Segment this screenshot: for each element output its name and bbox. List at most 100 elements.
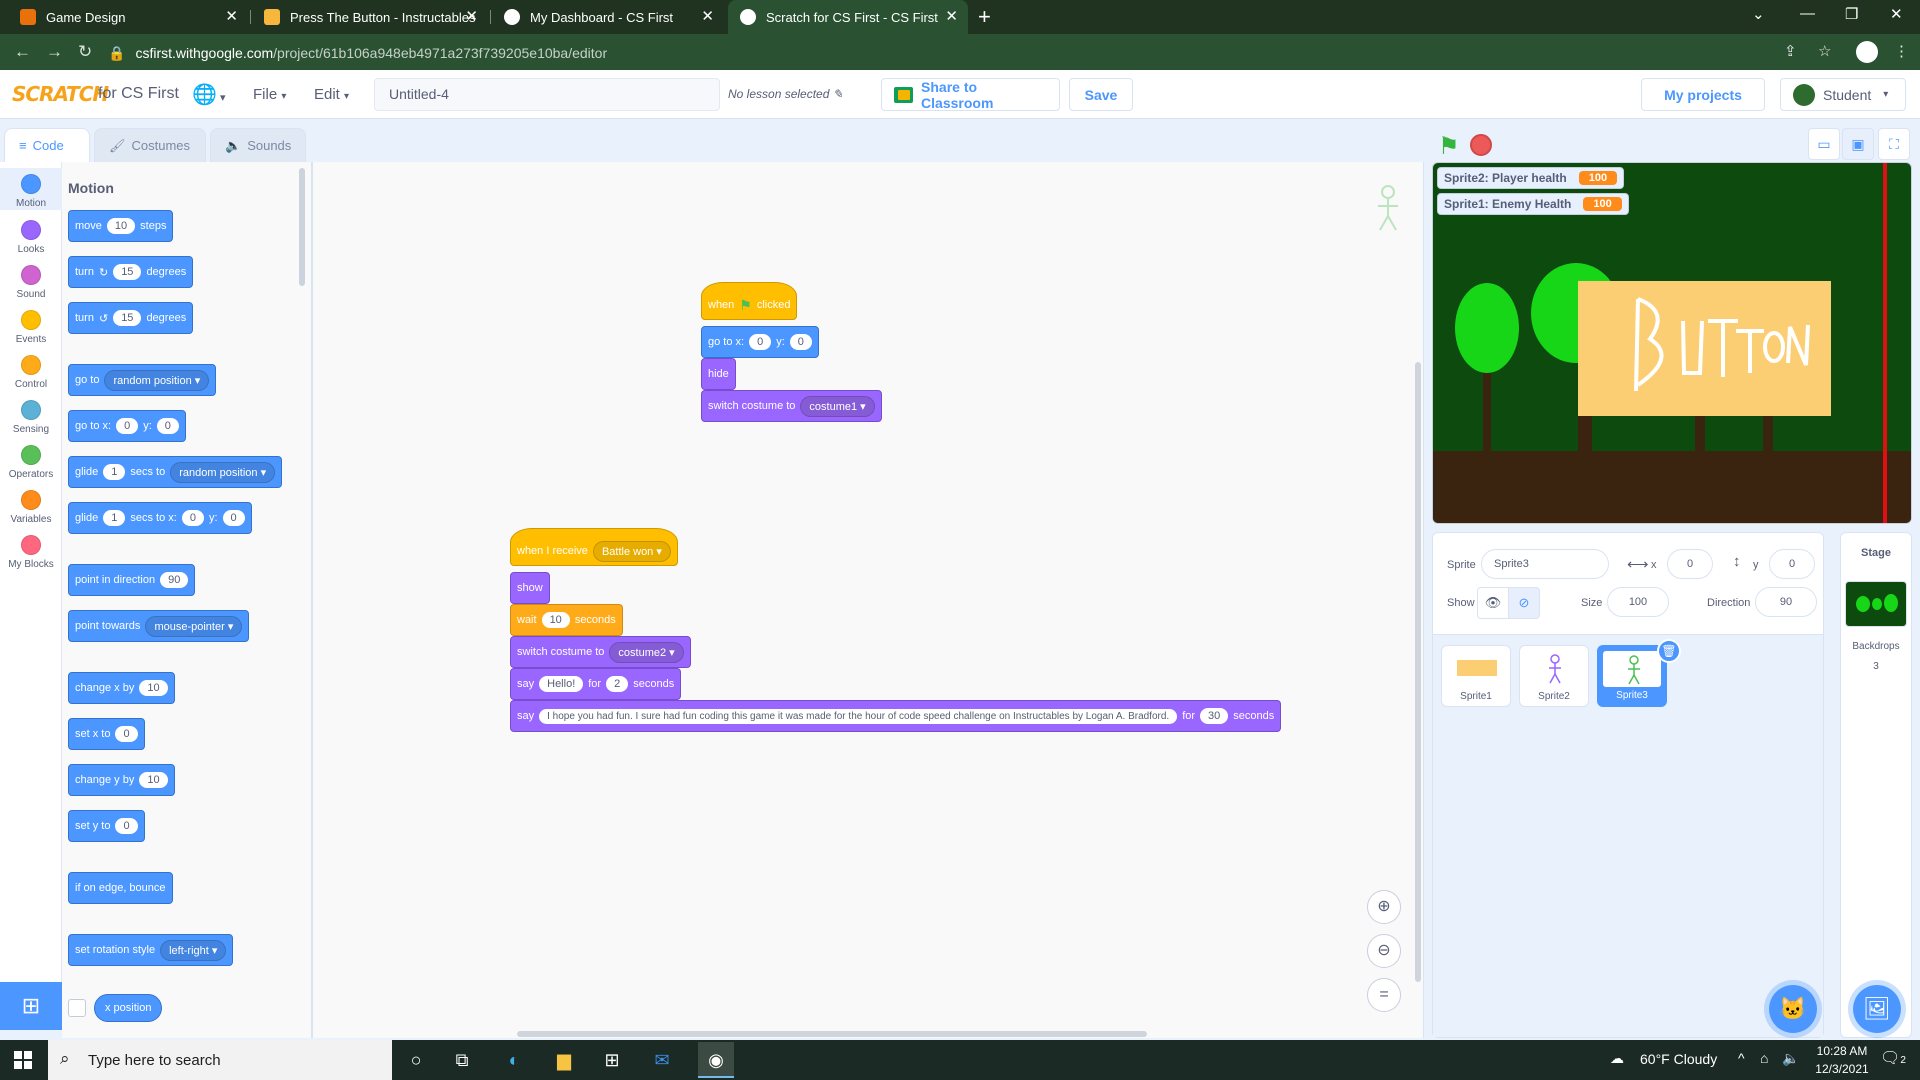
number-input[interactable]: 1 <box>103 510 126 526</box>
block-set-x[interactable]: set x to 0 <box>68 718 145 750</box>
lesson-selector[interactable]: No lesson selected ✎ <box>728 78 864 111</box>
direction-input[interactable]: 90 <box>1755 587 1817 617</box>
windows-start-icon[interactable] <box>14 1051 32 1069</box>
delete-sprite-icon[interactable]: 🗑 <box>1657 639 1681 663</box>
edge-icon[interactable]: ◐ <box>502 1048 526 1072</box>
close-icon[interactable]: ✕ <box>225 8 238 26</box>
project-title-input[interactable]: Untitled-4 <box>374 78 720 111</box>
store-icon[interactable]: ⊞ <box>600 1048 624 1072</box>
y-input[interactable]: 0 <box>222 510 245 526</box>
stage-selector[interactable]: Stage Backdrops 3 🖼 <box>1840 532 1912 1038</box>
save-button[interactable]: Save <box>1069 78 1133 111</box>
number-input[interactable]: 15 <box>113 264 142 280</box>
x-input[interactable]: 0 <box>181 510 204 526</box>
number-input[interactable]: 10 <box>139 772 168 788</box>
category-looks[interactable]: Looks <box>0 214 62 256</box>
number-input[interactable]: 0 <box>115 726 138 742</box>
bookmark-star-icon[interactable]: ☆ <box>1818 42 1831 60</box>
my-projects-button[interactable]: My projects <box>1641 78 1765 111</box>
palette-scrollbar[interactable] <box>299 168 305 286</box>
block-change-y[interactable]: change y by 10 <box>68 764 175 796</box>
rotation-dropdown[interactable]: left-right ▾ <box>160 939 227 961</box>
block-switch-costume[interactable]: switch costume to costume2 ▾ <box>510 636 691 668</box>
text-input[interactable]: I hope you had fun. I sure had fun codin… <box>539 708 1178 724</box>
minimize-icon[interactable]: — <box>1800 5 1815 22</box>
block-point-in-direction[interactable]: point in direction 90 <box>68 564 196 596</box>
tab-scratch[interactable]: Scratch for CS First - CS First ✕ <box>728 0 968 34</box>
file-explorer-icon[interactable]: ▆ <box>552 1048 576 1072</box>
green-flag-icon[interactable]: ⚑ <box>1438 132 1460 161</box>
network-icon[interactable]: ⌂ <box>1760 1050 1768 1066</box>
script-horizontal-scrollbar[interactable] <box>517 1031 1147 1037</box>
profile-avatar[interactable] <box>1856 41 1878 63</box>
button-sprite[interactable] <box>1578 281 1831 416</box>
show-visible-eye-icon[interactable]: 👁 <box>1477 587 1509 619</box>
edit-menu[interactable]: Edit ▾ <box>314 86 349 103</box>
block-wait[interactable]: wait 10 seconds <box>510 604 623 636</box>
share-to-classroom-button[interactable]: Share to Classroom <box>881 78 1060 111</box>
script-vertical-scrollbar[interactable] <box>1415 362 1421 982</box>
stage-canvas[interactable]: Sprite2: Player health 100 Sprite1: Enem… <box>1432 162 1912 524</box>
tray-chevron-up-icon[interactable]: ^ <box>1738 1050 1745 1066</box>
block-show[interactable]: show <box>510 572 550 604</box>
weather-text[interactable]: 60°F Cloudy <box>1640 1051 1717 1067</box>
block-glide-xy[interactable]: glide 1 secs to x: 0 y: 0 <box>68 502 252 534</box>
clock-date[interactable]: 12/3/2021 <box>1810 1062 1874 1076</box>
number-input[interactable]: 10 <box>106 218 136 234</box>
restore-icon[interactable]: ❐ <box>1845 5 1858 23</box>
volume-icon[interactable]: 🔈 <box>1782 1050 1799 1067</box>
tab-search-icon[interactable]: ⌄ <box>1752 5 1765 23</box>
notifications-icon[interactable]: 🗨2 <box>1880 1048 1906 1068</box>
block-turn-right[interactable]: turn ↻ 15 degrees <box>68 256 194 288</box>
clock-time[interactable]: 10:28 AM <box>1810 1044 1874 1058</box>
block-point-towards[interactable]: point towards mouse-pointer ▾ <box>68 610 250 642</box>
x-input[interactable]: 0 <box>116 418 139 434</box>
number-input[interactable]: 2 <box>606 676 629 692</box>
fullscreen-icon[interactable]: ⛶ <box>1878 128 1910 160</box>
block-bounce[interactable]: if on edge, bounce <box>68 872 173 904</box>
reload-icon[interactable]: ↻ <box>78 42 92 62</box>
category-control[interactable]: Control <box>0 349 62 391</box>
category-my-blocks[interactable]: My Blocks <box>0 529 62 571</box>
small-stage-icon[interactable]: ▭ <box>1808 128 1840 160</box>
block-go-to-xy[interactable]: go to x: 0 y: 0 <box>701 326 819 358</box>
text-input[interactable]: Hello! <box>539 676 584 692</box>
block-go-to-xy[interactable]: go to x: 0 y: 0 <box>68 410 186 442</box>
close-icon[interactable]: ✕ <box>465 8 478 26</box>
file-menu[interactable]: File ▾ <box>253 86 286 103</box>
category-events[interactable]: Events <box>0 304 62 346</box>
block-turn-left[interactable]: turn ↺ 15 degrees <box>68 302 194 334</box>
block-glide-to[interactable]: glide 1 secs to random position ▾ <box>68 456 283 488</box>
x-input[interactable]: 0 <box>749 334 772 350</box>
script-area[interactable]: when ⚑ clicked go to x: 0 y: 0 hide swit… <box>312 162 1424 1038</box>
number-input[interactable]: 30 <box>1200 708 1229 724</box>
category-sensing[interactable]: Sensing <box>0 394 62 436</box>
zoom-out-icon[interactable]: ⊖ <box>1367 934 1401 968</box>
language-globe-icon[interactable]: 🌐 ▾ <box>192 82 225 107</box>
new-tab-button[interactable]: + <box>978 4 991 30</box>
window-close-icon[interactable]: ✕ <box>1890 5 1903 23</box>
tab-dashboard[interactable]: My Dashboard - CS First ✕ <box>492 0 724 34</box>
number-input[interactable]: 10 <box>139 680 168 696</box>
sprite-tile-sprite2[interactable]: Sprite2 <box>1519 645 1589 707</box>
taskbar-search-input[interactable]: ⌕ Type here to search <box>48 1040 392 1080</box>
block-rotation-style[interactable]: set rotation style left-right ▾ <box>68 934 234 966</box>
share-icon[interactable]: ⇪ <box>1784 42 1797 60</box>
size-input[interactable]: 100 <box>1607 587 1669 617</box>
block-change-x[interactable]: change x by 10 <box>68 672 175 704</box>
sprite-tile-sprite3[interactable]: Sprite3 🗑 <box>1597 639 1681 707</box>
tab-costumes[interactable]: 🖌 Costumes <box>94 128 206 162</box>
block-go-to[interactable]: go to random position ▾ <box>68 364 217 396</box>
target-dropdown[interactable]: random position ▾ <box>104 369 210 391</box>
category-operators[interactable]: Operators <box>0 439 62 481</box>
number-input[interactable]: 0 <box>115 818 138 834</box>
tab-instructables[interactable]: Press The Button - Instructables ✕ <box>252 0 488 34</box>
message-dropdown[interactable]: Battle won ▾ <box>592 540 671 562</box>
forward-icon[interactable]: → <box>46 42 63 62</box>
number-input[interactable]: 1 <box>103 464 126 480</box>
x-input[interactable]: 0 <box>1667 549 1713 579</box>
y-input[interactable]: 0 <box>789 334 812 350</box>
block-move[interactable]: move 10 steps <box>68 210 174 242</box>
tab-code[interactable]: ≡ Code <box>4 128 90 162</box>
add-extension-button[interactable]: ⊞ <box>0 982 62 1030</box>
